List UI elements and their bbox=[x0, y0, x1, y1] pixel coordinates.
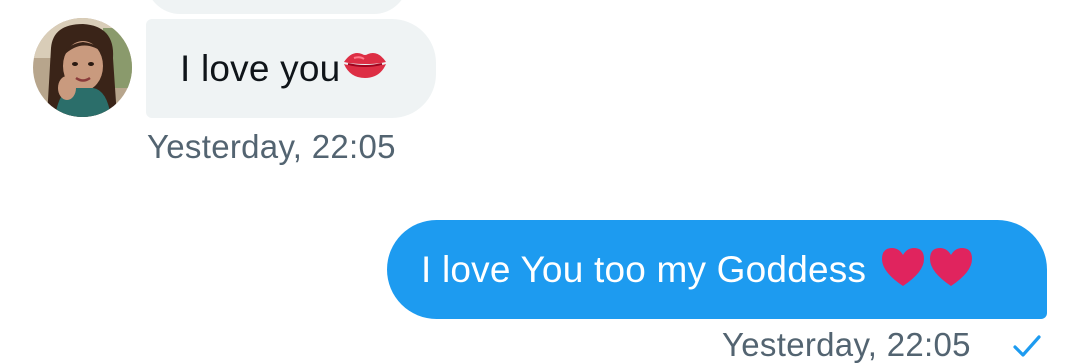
outgoing-timestamp: Yesterday, 22:05 bbox=[722, 326, 971, 363]
outgoing-message-bubble[interactable]: I love You too my Goddess bbox=[387, 220, 1047, 319]
avatar[interactable] bbox=[33, 18, 132, 117]
sent-check-icon bbox=[1012, 334, 1042, 363]
incoming-timestamp: Yesterday, 22:05 bbox=[147, 128, 396, 165]
outgoing-message-text: I love You too my Goddess bbox=[421, 248, 867, 290]
previous-message-bubble bbox=[146, 0, 408, 14]
incoming-message-text: I love you bbox=[180, 47, 341, 89]
red-heart-icon bbox=[928, 246, 974, 293]
user-avatar-photo bbox=[33, 18, 132, 117]
red-heart-icon bbox=[880, 246, 926, 293]
kiss-mark-icon bbox=[342, 48, 388, 85]
hearts-emoji-group bbox=[880, 246, 974, 293]
incoming-message-bubble[interactable]: I love you bbox=[146, 19, 436, 118]
